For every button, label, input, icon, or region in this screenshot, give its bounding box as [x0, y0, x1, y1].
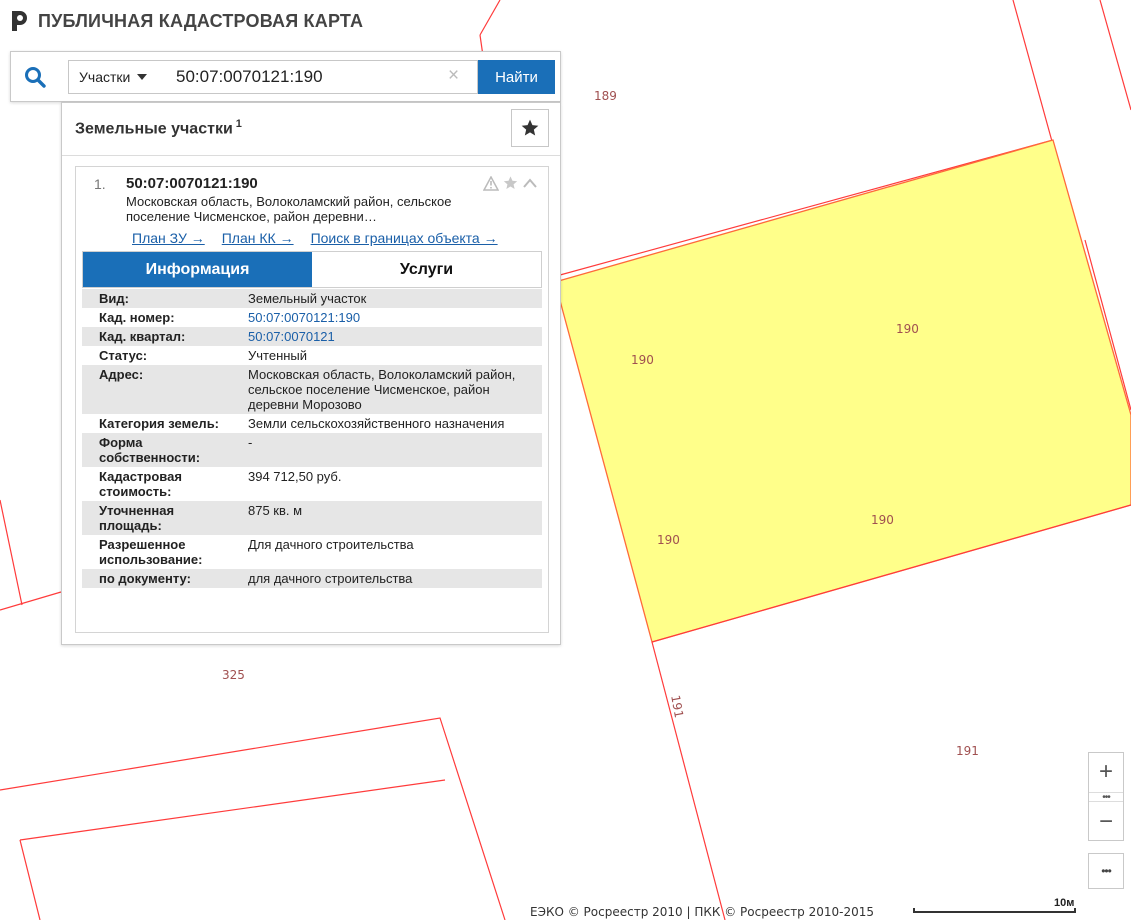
- zoom-controls: + ••• −: [1088, 752, 1124, 841]
- info-row: Форма собственности: -: [82, 433, 542, 467]
- info-value[interactable]: 50:07:0070121: [232, 327, 542, 346]
- scale-bar: [913, 908, 1076, 913]
- info-key: Форма собственности:: [82, 433, 232, 467]
- search-type-label: Участки: [79, 69, 131, 85]
- caret-down-icon: [137, 74, 148, 80]
- info-key: Уточненная площадь:: [82, 501, 232, 535]
- warning-triangle-icon[interactable]: [483, 175, 499, 191]
- find-button[interactable]: Найти: [478, 60, 555, 94]
- magnifier-icon[interactable]: [21, 63, 49, 91]
- info-row: по документу: для дачного строительства: [82, 569, 542, 588]
- info-row: Вид: Земельный участок: [82, 289, 542, 308]
- info-value: -: [232, 433, 542, 467]
- info-value-link[interactable]: 50:07:0070121: [248, 329, 335, 344]
- search-input[interactable]: [162, 60, 478, 94]
- selected-parcel: [554, 139, 1131, 643]
- info-key: Категория земель:: [99, 416, 220, 431]
- parcel-number-label: 325: [222, 668, 245, 682]
- info-value: для дачного строительства: [232, 569, 542, 588]
- parcel-number-label: 190: [896, 322, 919, 336]
- result-address: Московская область, Волоколамский район,…: [126, 194, 452, 224]
- info-key: Адрес:: [82, 365, 232, 414]
- info-row: Адрес: Московская область, Волоколамский …: [82, 365, 542, 414]
- copyright-text: ЕЭКО © Росреестр 2010 | ПКК © Росреестр …: [530, 905, 875, 919]
- info-key: по документу:: [82, 569, 232, 588]
- chevron-up-icon[interactable]: [522, 177, 538, 189]
- pkk-logo-icon: [12, 11, 27, 31]
- result-index: 1.: [94, 176, 106, 192]
- panel-title-text: Земельные участки: [75, 120, 233, 138]
- info-key: Кад. квартал:: [82, 327, 232, 346]
- info-value: Учтенный: [248, 348, 308, 363]
- zoom-out-button[interactable]: −: [1089, 803, 1123, 841]
- info-value-link[interactable]: 50:07:0070121:190: [248, 310, 360, 325]
- result-tabs: Информация Услуги: [82, 251, 542, 288]
- zoom-in-button[interactable]: +: [1089, 753, 1123, 791]
- info-key: Вид:: [82, 289, 232, 308]
- results-count: 1: [235, 118, 242, 130]
- app-title: ПУБЛИЧНАЯ КАДАСТРОВАЯ КАРТА: [38, 10, 364, 31]
- favorites-button[interactable]: [511, 109, 549, 147]
- info-key: Кад. номер:: [99, 310, 175, 325]
- info-row: Кад. номер: 50:07:0070121:190: [82, 308, 542, 327]
- info-table: Вид: Земельный участок Кад. номер: 50:07:00…: [82, 289, 542, 588]
- parcel-number-label: 190: [657, 533, 680, 547]
- info-row: Кад. квартал: 50:07:0070121: [82, 327, 542, 346]
- parcel-number-label: 190: [871, 513, 894, 527]
- search-type-select[interactable]: Участки: [68, 60, 163, 94]
- info-key: Статус:: [99, 348, 148, 363]
- star-icon: [521, 119, 539, 136]
- parcel-number-label: 190: [631, 353, 654, 367]
- info-value: Московская область, Волоколамский район,…: [232, 365, 542, 414]
- app-logo[interactable]: ПУБЛИЧНАЯ КАДАСТРОВАЯ КАРТА: [10, 9, 363, 33]
- info-row: Категория земель: Земли сельскохозяйствен…: [82, 414, 542, 433]
- result-card: 1. 50:07:0070121:190 Московская область,…: [75, 166, 549, 633]
- result-cad-number[interactable]: 50:07:0070121:190: [126, 175, 258, 192]
- result-links: План ЗУ → План КК → Поиск в границах объ…: [132, 230, 498, 246]
- info-row: Разрешенное использование: Для дачного ст…: [82, 535, 542, 569]
- more-tools-button[interactable]: •••: [1088, 853, 1124, 889]
- tab-info[interactable]: Информация: [83, 252, 312, 287]
- card-actions: [483, 175, 538, 191]
- info-key: Кадастровая стоимость:: [99, 469, 182, 499]
- zoom-levels-button[interactable]: •••: [1089, 792, 1123, 803]
- info-value: 875 кв. м: [232, 501, 542, 535]
- star-icon[interactable]: [502, 175, 519, 191]
- tab-services[interactable]: Услуги: [312, 252, 541, 287]
- info-row: Уточненная площадь: 875 кв. м: [82, 501, 542, 535]
- info-key: Разрешенное использование:: [99, 537, 203, 567]
- results-panel: Земельные участки 1 1. 50:07:0070121:190 …: [61, 102, 561, 645]
- search-bar: Участки × Найти: [10, 51, 561, 102]
- info-value: Земли сельскохозяйственного назначения: [248, 416, 505, 431]
- link-plan-zu[interactable]: План ЗУ →: [132, 230, 205, 246]
- info-value[interactable]: 50:07:0070121:190: [232, 308, 542, 327]
- divider: [62, 155, 560, 156]
- info-row: Кадастровая стоимость: 394 712,50 руб.: [82, 467, 542, 501]
- info-row: Статус: Учтенный: [82, 346, 542, 365]
- parcel-number-label: 189: [594, 89, 617, 103]
- link-search-in-bounds[interactable]: Поиск в границах объекта →: [311, 230, 498, 246]
- info-value: 394 712,50 руб.: [248, 469, 342, 484]
- scale-label: 10м: [1054, 897, 1075, 909]
- panel-title: Земельные участки 1: [75, 118, 242, 138]
- link-plan-kk[interactable]: План КК →: [222, 230, 294, 246]
- clear-icon[interactable]: ×: [448, 66, 459, 86]
- info-value: Земельный участок: [232, 289, 542, 308]
- parcel-number-label: 191: [956, 744, 979, 758]
- info-value: Для дачного строительства: [248, 537, 414, 552]
